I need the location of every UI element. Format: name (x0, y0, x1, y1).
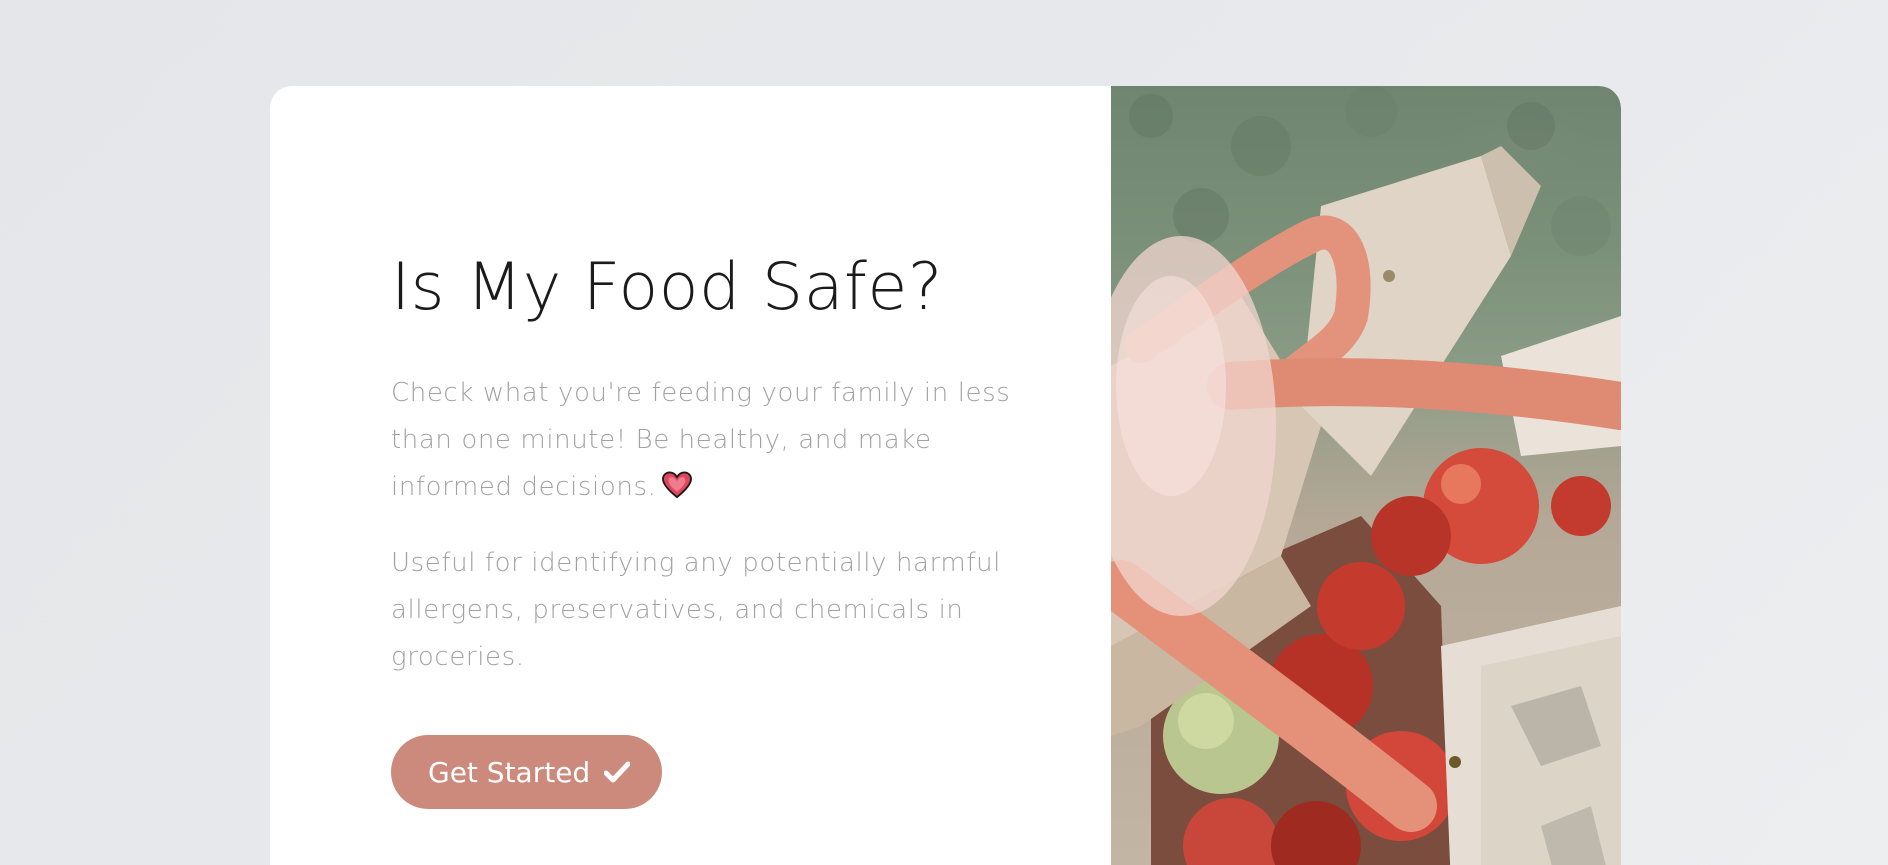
get-started-button[interactable]: Get Started (391, 735, 663, 809)
get-started-label: Get Started (428, 755, 591, 789)
checkmark-icon (604, 761, 631, 783)
hero-description: Check what you're feeding your family in… (391, 370, 1011, 511)
page-title: Is My Food Safe? (391, 250, 943, 325)
hero-card: Is My Food Safe? Check what you're feedi… (270, 86, 1621, 865)
tote-bag-apples-illustration (1111, 86, 1621, 865)
hero-image (1111, 86, 1621, 865)
heart-icon (662, 471, 693, 499)
hero-content: Is My Food Safe? Check what you're feedi… (270, 86, 1111, 865)
hero-subdescription: Useful for identifying any potentially h… (391, 548, 1001, 672)
hero-description-text: Check what you're feeding your family in… (391, 378, 1011, 502)
